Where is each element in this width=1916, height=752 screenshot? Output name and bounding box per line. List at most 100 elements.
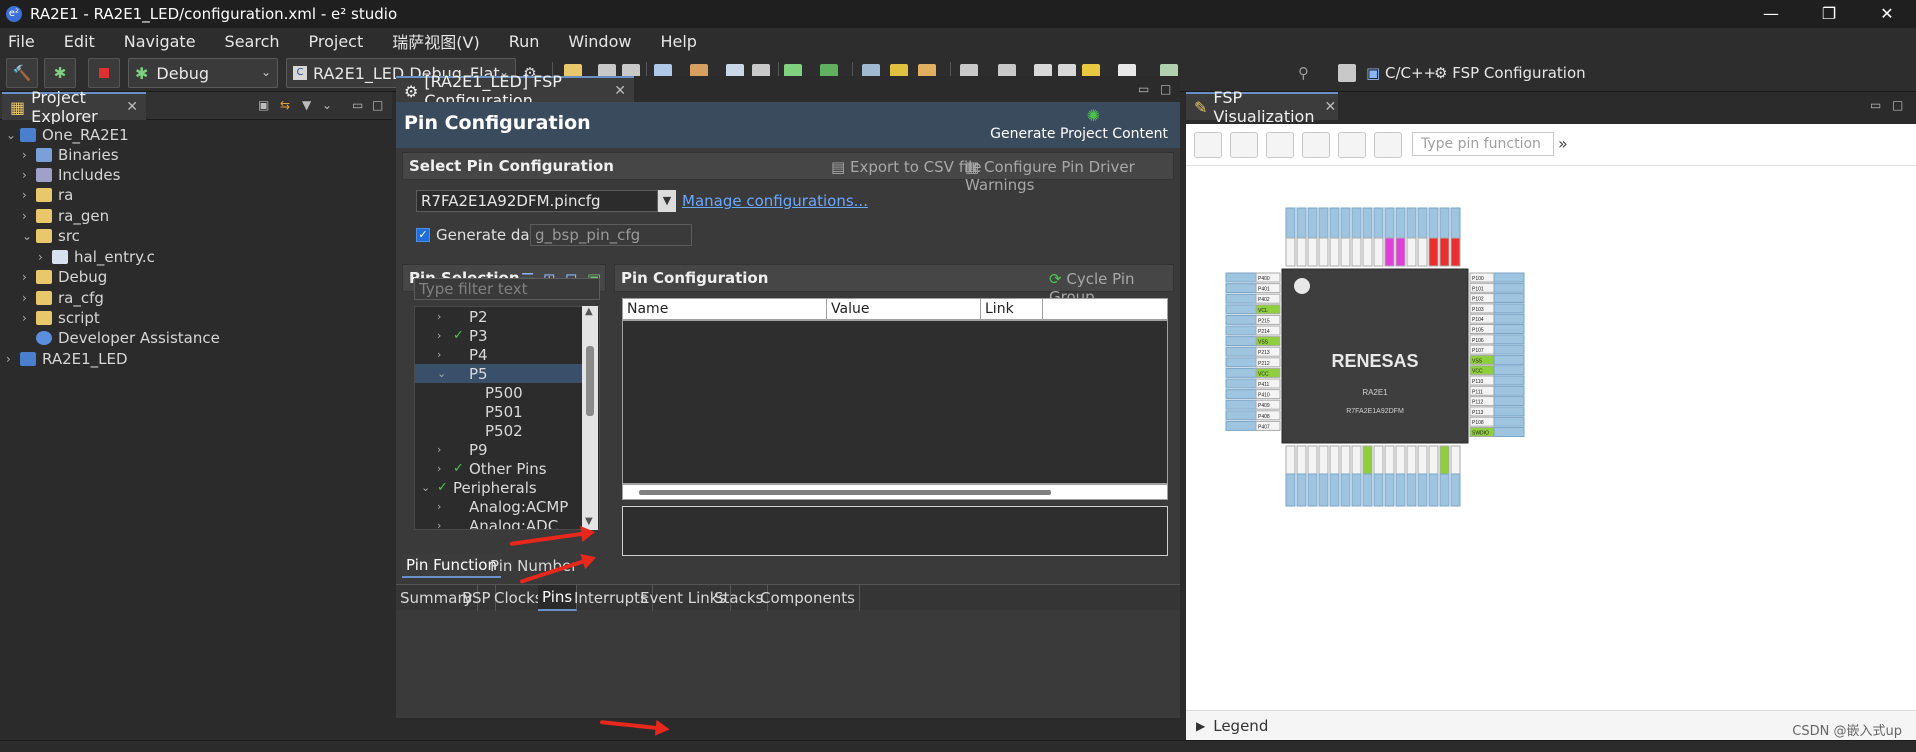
pin-config-file-select[interactable]: R7FA2E1A92DFM.pincfg xyxy=(416,190,658,212)
perspective-fsp[interactable]: ⚙ FSP Configuration xyxy=(1434,64,1586,82)
bottom-pin-box[interactable] xyxy=(1406,445,1417,475)
pin-tree-scrollbar[interactable]: ▲ ▼ xyxy=(582,306,598,530)
pin-config-hscrollbar[interactable] xyxy=(622,484,1168,500)
right-pin-lead[interactable] xyxy=(1493,385,1525,396)
left-pin-lead[interactable] xyxy=(1225,367,1257,378)
minimize-view-icon[interactable]: ▭ xyxy=(352,98,363,112)
collapse-all-icon[interactable]: ▣ xyxy=(258,98,269,112)
debug-button[interactable]: ✱ xyxy=(44,58,76,88)
chevron-right-icon[interactable]: › xyxy=(22,188,36,202)
right-pin-lead[interactable] xyxy=(1493,324,1525,334)
top-pin-box[interactable] xyxy=(1296,237,1307,267)
chevron-down-icon[interactable]: ⌄ xyxy=(22,229,36,243)
chevron-right-icon[interactable]: › xyxy=(437,329,441,342)
top-pin-lead[interactable] xyxy=(1296,207,1307,239)
tree-row-p9[interactable]: › P9 xyxy=(415,440,583,459)
tree-item-one-ra2e1[interactable]: ⌄ One_RA2E1 xyxy=(6,124,129,146)
tab-fsp-visualization[interactable]: ✎ FSP Visualization ✕ xyxy=(1186,88,1338,126)
bottom-pin-box[interactable] xyxy=(1417,445,1428,475)
right-pin-lead[interactable] xyxy=(1493,427,1525,437)
top-pin-box[interactable] xyxy=(1373,237,1384,267)
chevron-right-icon[interactable]: › xyxy=(437,443,441,456)
menu-window[interactable]: Window xyxy=(568,32,631,51)
close-button[interactable]: ✕ xyxy=(1858,0,1916,28)
left-pin-lead[interactable] xyxy=(1225,410,1257,421)
bottom-pin-lead[interactable] xyxy=(1285,473,1296,507)
chevron-down-icon[interactable]: ⌄ xyxy=(6,128,20,142)
bottom-pin-lead[interactable] xyxy=(1318,473,1329,507)
build-config-select[interactable]: ✱ Debug ⌄ xyxy=(128,58,278,88)
tree-row-analog-acmp[interactable]: › Analog:ACMP xyxy=(415,497,583,516)
generate-data-checkbox[interactable]: ✓ xyxy=(416,228,430,242)
tree-item-script[interactable]: › script xyxy=(22,307,100,329)
tree-row-peripherals[interactable]: ⌄ ✓ Peripherals xyxy=(415,478,583,497)
bottom-pin-box[interactable] xyxy=(1373,445,1384,475)
top-pin-lead[interactable] xyxy=(1318,207,1329,239)
document-icon[interactable] xyxy=(1374,132,1402,158)
chevron-right-icon[interactable]: › xyxy=(22,291,36,305)
right-pin-lead[interactable] xyxy=(1493,365,1525,376)
tree-item-binaries[interactable]: › Binaries xyxy=(22,144,119,166)
top-pin-lead[interactable] xyxy=(1417,207,1428,239)
chevron-right-icon[interactable]: › xyxy=(22,148,36,162)
chevron-right-icon[interactable]: › xyxy=(22,270,36,284)
maximize-button[interactable]: ❐ xyxy=(1800,0,1858,28)
maximize-view-icon[interactable]: □ xyxy=(372,98,383,112)
top-pin-lead[interactable] xyxy=(1307,207,1318,239)
tree-item-includes[interactable]: › Includes xyxy=(22,164,120,186)
chevron-right-icon[interactable]: › xyxy=(437,519,441,529)
close-icon[interactable]: ✕ xyxy=(614,83,626,99)
top-pin-box[interactable] xyxy=(1417,237,1428,267)
top-pin-lead[interactable] xyxy=(1439,207,1450,239)
top-pin-lead[interactable] xyxy=(1384,207,1395,239)
bottom-pin-box[interactable] xyxy=(1307,445,1318,475)
right-pin-lead[interactable] xyxy=(1493,334,1525,345)
zoom-out-icon[interactable] xyxy=(1266,132,1294,158)
generate-project-content-button[interactable]: Generate Project Content xyxy=(990,126,1168,142)
minimize-view-icon[interactable]: ▭ xyxy=(1870,98,1881,112)
tree-row-p502[interactable]: P502 xyxy=(415,421,583,440)
left-pin-lead[interactable] xyxy=(1225,293,1257,304)
top-pin-lead[interactable] xyxy=(1450,207,1461,239)
bottom-pin-lead[interactable] xyxy=(1395,473,1406,507)
top-pin-box[interactable] xyxy=(1340,237,1351,267)
top-pin-box[interactable] xyxy=(1384,237,1395,267)
top-pin-box[interactable] xyxy=(1406,237,1417,267)
close-icon[interactable]: ✕ xyxy=(126,99,138,115)
bottom-pin-box[interactable] xyxy=(1351,445,1362,475)
left-pin-lead[interactable] xyxy=(1225,420,1257,431)
tree-row-p4[interactable]: › P4 xyxy=(415,345,583,364)
bottom-pin-lead[interactable] xyxy=(1373,473,1384,507)
top-pin-box[interactable] xyxy=(1307,237,1318,267)
search-icon[interactable]: ⚲ xyxy=(1298,64,1309,82)
chevron-right-icon[interactable]: › xyxy=(22,311,36,325)
top-pin-lead[interactable] xyxy=(1428,207,1439,239)
tab-fsp-configuration[interactable]: ⚙ [RA2E1_LED] FSP Configuration ✕ xyxy=(396,72,634,110)
minimize-button[interactable]: — xyxy=(1742,0,1800,28)
configure-warnings-button[interactable]: ▦ Configure Pin Driver Warnings xyxy=(965,158,1173,194)
tree-item-developer-assistance[interactable]: Developer Assistance xyxy=(22,327,220,349)
left-pin-lead[interactable] xyxy=(1225,283,1257,294)
column-link[interactable]: Link xyxy=(981,299,1043,319)
generate-data-field[interactable]: g_bsp_pin_cfg xyxy=(530,224,692,246)
tree-row-p2[interactable]: › P2 xyxy=(415,307,583,326)
column-name[interactable]: Name xyxy=(623,299,827,319)
right-pin-lead[interactable] xyxy=(1493,375,1525,386)
bottom-pin-box[interactable] xyxy=(1395,445,1406,475)
right-pin-lead[interactable] xyxy=(1493,272,1525,283)
right-pin-lead[interactable] xyxy=(1493,293,1525,304)
left-pin-lead[interactable] xyxy=(1225,357,1257,368)
top-pin-box[interactable] xyxy=(1439,237,1450,267)
top-pin-box[interactable] xyxy=(1362,237,1373,267)
menu-edit[interactable]: Edit xyxy=(64,32,95,51)
left-pin-lead[interactable] xyxy=(1225,336,1257,347)
right-pin-lead[interactable] xyxy=(1493,313,1525,324)
bottom-pin-lead[interactable] xyxy=(1439,473,1450,507)
generate-content-icon[interactable]: ✺ xyxy=(1087,106,1100,125)
bottom-pin-box[interactable] xyxy=(1450,445,1461,475)
bottom-pin-lead[interactable] xyxy=(1417,473,1428,507)
bottom-pin-box[interactable] xyxy=(1329,445,1340,475)
pin-function-search[interactable]: Type pin function xyxy=(1412,132,1554,156)
bottom-pin-lead[interactable] xyxy=(1307,473,1318,507)
bottom-pin-box[interactable] xyxy=(1428,445,1439,475)
